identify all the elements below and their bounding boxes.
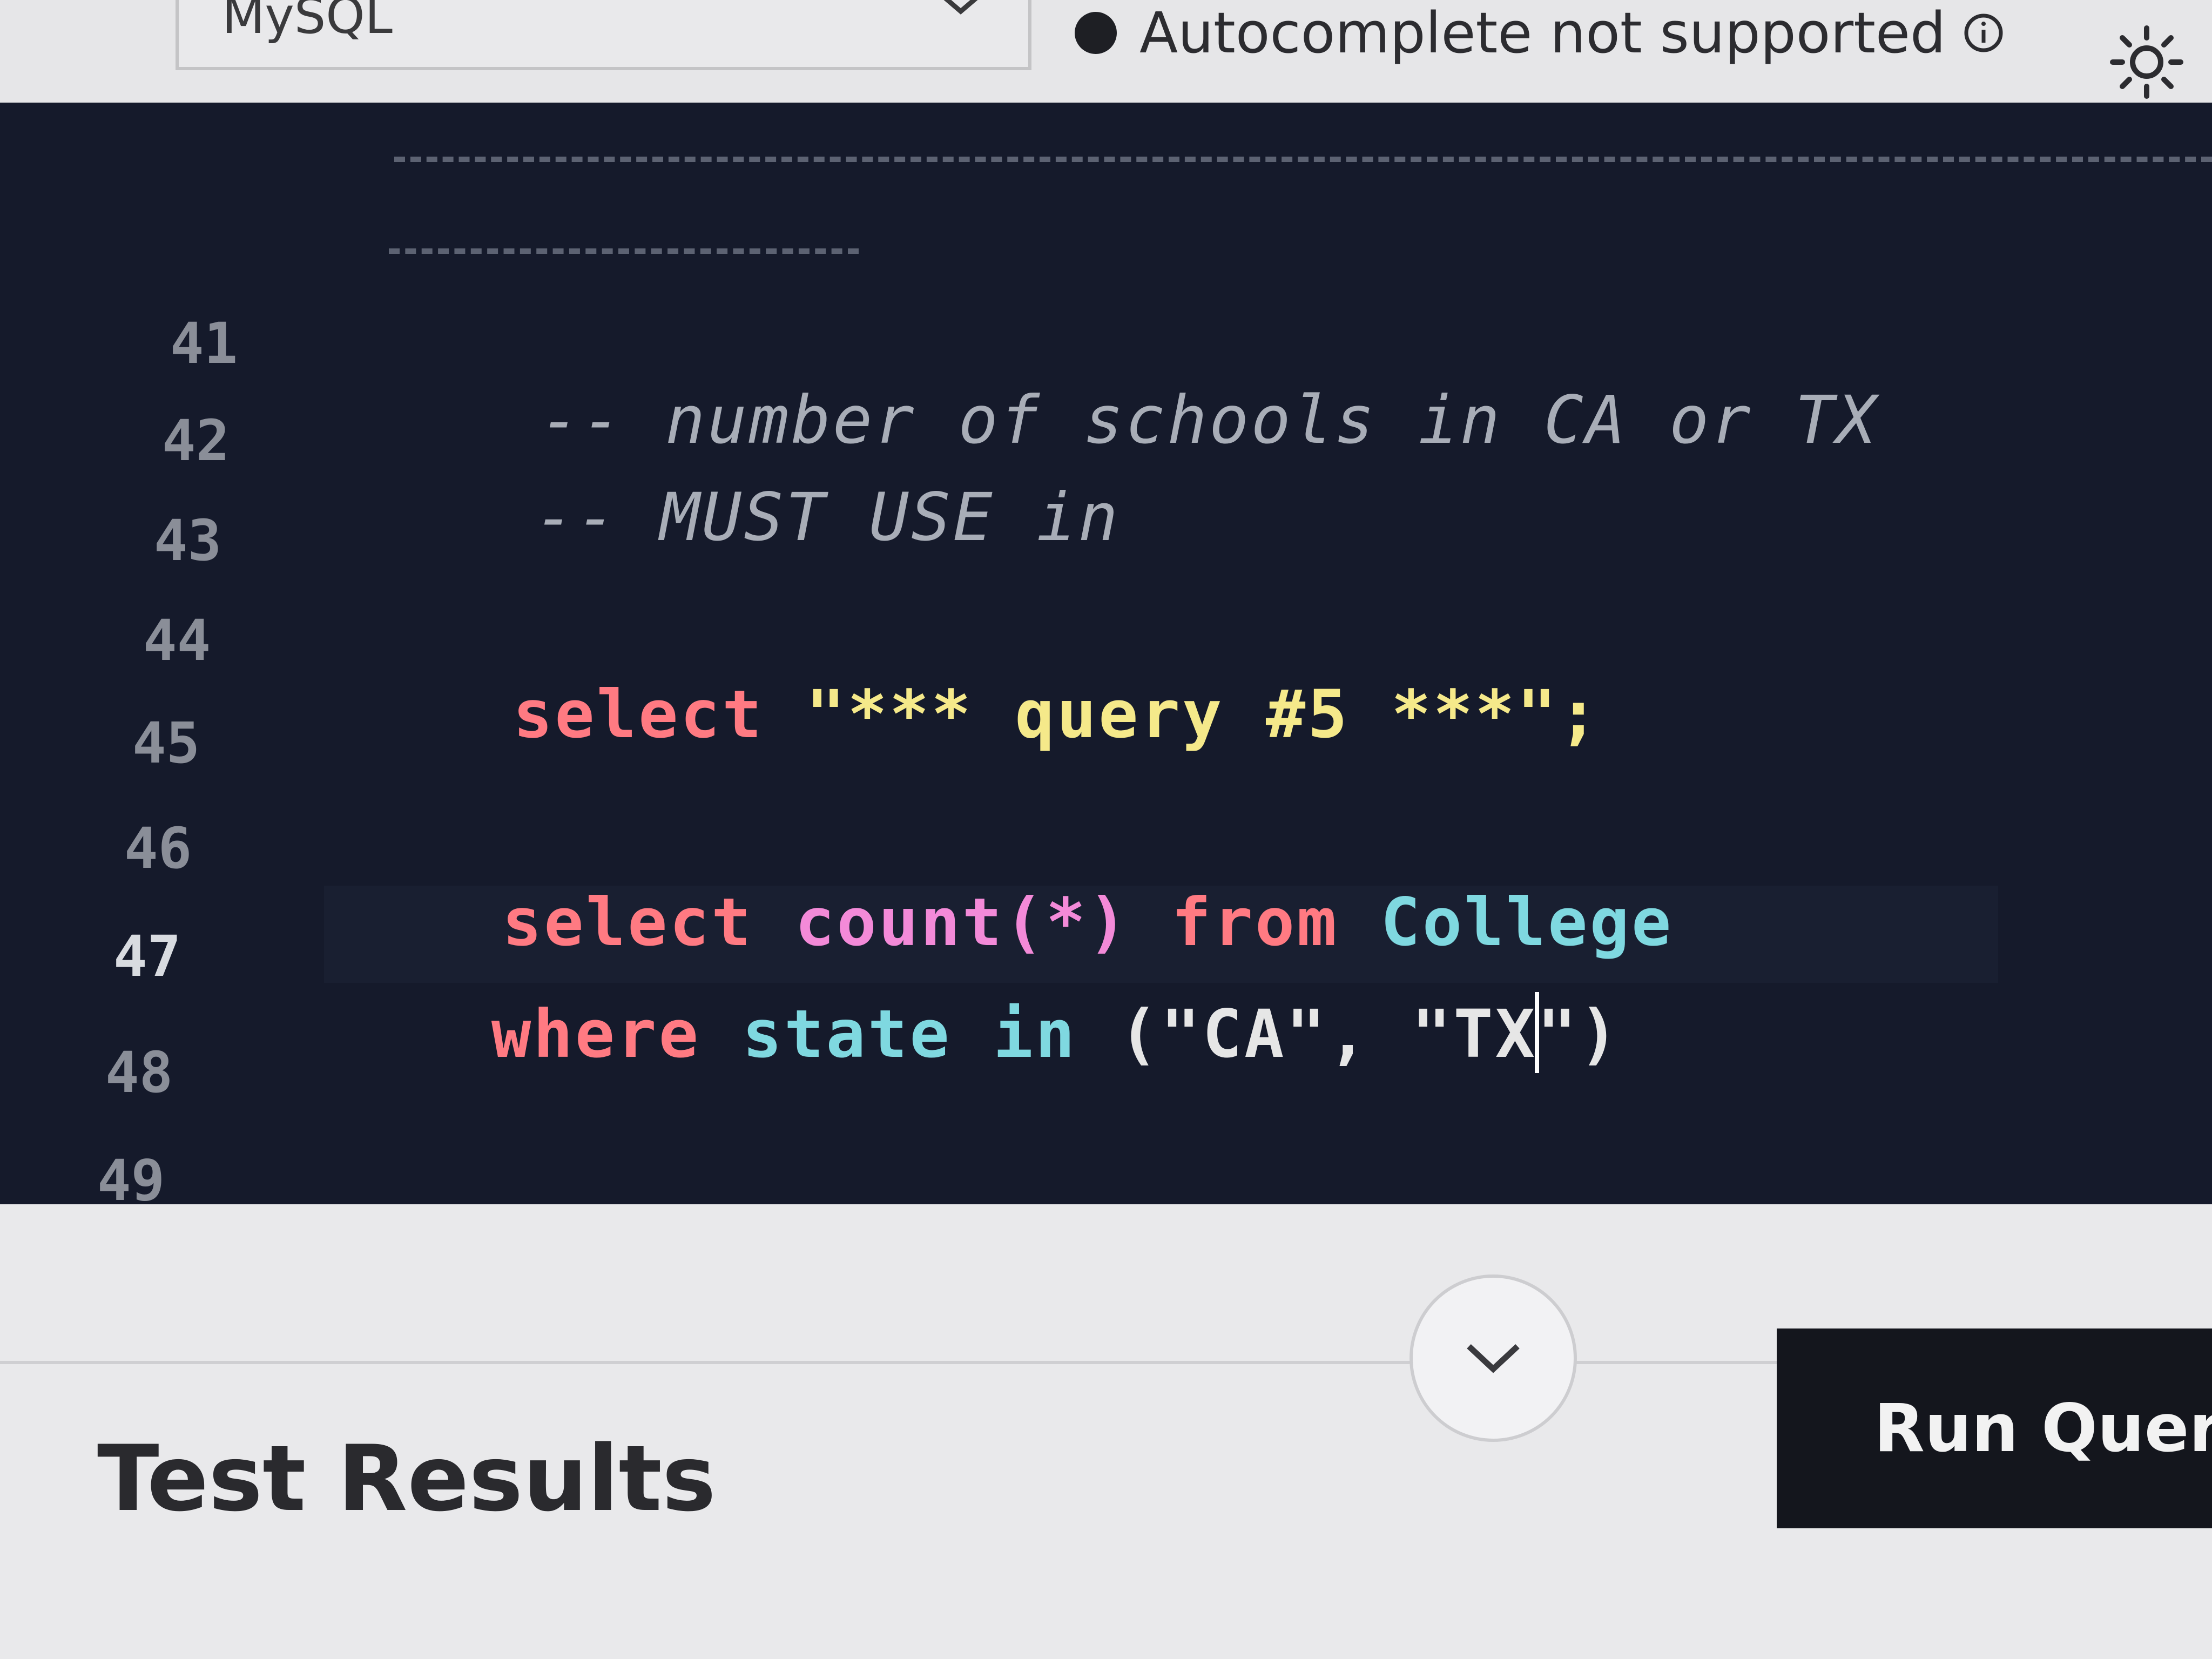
- line-number: 49: [97, 1148, 165, 1204]
- collapse-button[interactable]: [1410, 1274, 1577, 1442]
- results-panel: Test Results Run Query: [0, 1204, 2212, 1659]
- status-dot-icon: [1075, 12, 1117, 54]
- code-editor[interactable]: 41 -- number of schools in CA or TX 42 -…: [0, 103, 2212, 1204]
- run-query-button[interactable]: Run Query: [1777, 1328, 2212, 1528]
- code-line: select "*** query #5 ***";: [346, 599, 1601, 830]
- sql-punctuation: (: [1118, 996, 1161, 1073]
- chevron-down-icon: [1467, 1344, 1520, 1373]
- autocomplete-status-text: Autocomplete not supported: [1139, 0, 1946, 66]
- line-number: 44: [143, 608, 211, 673]
- code-line: --: [324, 1137, 575, 1204]
- sql-keyword: select: [512, 676, 764, 753]
- sql-string: "CA": [1161, 996, 1328, 1073]
- line-number: 42: [162, 408, 230, 474]
- comment-divider: [394, 157, 2212, 162]
- comment-divider: [389, 248, 859, 254]
- toolbar: MySQL Autocomplete not supported: [0, 0, 2212, 111]
- sql-operator: in: [993, 996, 1077, 1073]
- run-query-label: Run Query: [1874, 1390, 2212, 1467]
- sql-string: ": [1537, 996, 1579, 1073]
- sun-icon[interactable]: [2106, 22, 2187, 103]
- language-select[interactable]: MySQL: [176, 0, 1031, 70]
- line-number: 41: [170, 311, 238, 376]
- line-number: 43: [154, 508, 222, 574]
- language-select-value: MySQL: [222, 0, 393, 45]
- sql-string: "TX: [1411, 996, 1537, 1073]
- info-icon[interactable]: [1962, 11, 2005, 55]
- sql-comment: -- MUST USE in: [534, 479, 1121, 556]
- code-line: -- MUST USE in: [367, 402, 1120, 632]
- line-number: 46: [124, 815, 192, 881]
- sql-punctuation: ,: [1327, 996, 1370, 1073]
- code-line: where state in ("CA", "TX"): [324, 915, 1621, 1150]
- sql-column-name: state: [742, 996, 952, 1073]
- autocomplete-status: Autocomplete not supported: [1075, 0, 2005, 66]
- line-number: 47: [113, 923, 181, 989]
- line-number: 45: [132, 710, 200, 776]
- chevron-down-icon: [943, 0, 978, 15]
- test-results-heading: Test Results: [97, 1426, 716, 1532]
- sql-string: "*** query #5 ***";: [805, 676, 1601, 753]
- sql-punctuation: ): [1579, 996, 1621, 1073]
- sql-keyword: where: [491, 996, 701, 1073]
- line-number: 48: [105, 1040, 173, 1105]
